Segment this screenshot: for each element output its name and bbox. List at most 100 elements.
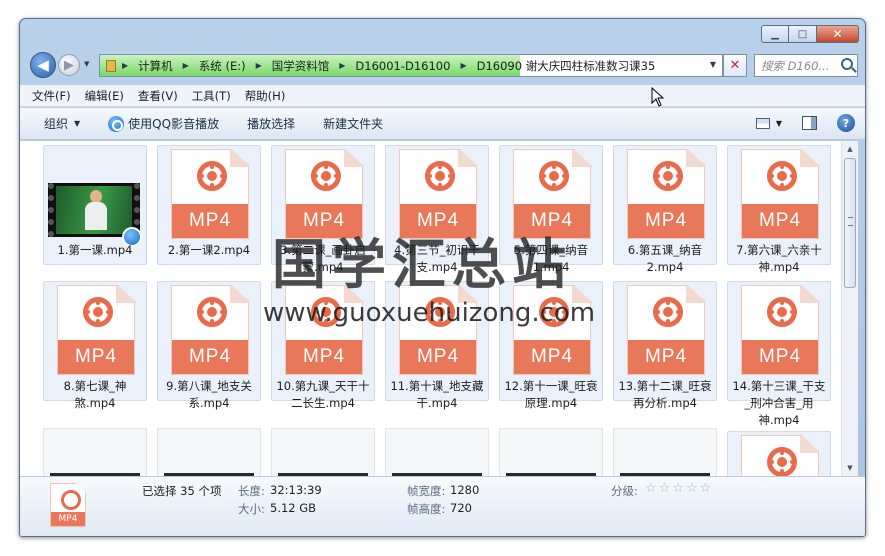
breadcrumb-separator[interactable]: ▶: [183, 61, 189, 70]
forward-button[interactable]: ▶: [58, 54, 80, 76]
menu-tools[interactable]: 工具(T): [192, 88, 231, 104]
watermark-url: www.guoxuehuizong.com: [263, 298, 596, 328]
mp4-file-icon: MP4: [627, 149, 705, 239]
watermark-chinese: 国学汇总站: [272, 233, 572, 296]
size-value: 5.12 GB: [270, 501, 317, 515]
file-name: 10.第九课_天干十二长生.mp4: [276, 379, 370, 410]
menu-view[interactable]: 查看(V): [138, 88, 178, 104]
help-icon[interactable]: ?: [837, 114, 855, 132]
scroll-grip: [848, 217, 853, 226]
format-badge: MP4: [400, 340, 476, 374]
recent-pages-dropdown[interactable]: ▼: [84, 60, 89, 68]
rating-label: 分级:: [611, 484, 638, 498]
file-item[interactable]: MP4 7.第六课_六亲十神.mp4: [727, 145, 831, 274]
page-fold: [800, 286, 818, 303]
file-name: 1.第一课.mp4: [57, 243, 133, 257]
toolbar-right: ▼ ?: [755, 114, 855, 132]
view-options-dropdown[interactable]: ▼: [776, 119, 782, 128]
format-badge: MP4: [742, 340, 818, 374]
file-item[interactable]: MP4 6.第五课_纳音2.mp4: [613, 145, 717, 274]
address-bar[interactable]: ▶ 计算机 ▶ 系统 (E:) ▶ 国学资料馆 ▶ D16001-D16100 …: [99, 54, 723, 77]
star-icon[interactable]: ☆: [645, 481, 657, 496]
film-reel-icon: [539, 161, 569, 191]
breadcrumb-folder[interactable]: 国学资料馆: [272, 58, 330, 74]
page-fold: [800, 150, 818, 167]
file-item-partial[interactable]: [727, 431, 831, 476]
star-icon[interactable]: ☆: [686, 481, 698, 496]
preview-pane-icon[interactable]: [802, 116, 817, 130]
file-item-partial[interactable]: [157, 428, 261, 476]
menu-file[interactable]: 文件(F): [32, 88, 71, 104]
organize-label: 组织: [44, 117, 69, 131]
breadcrumb-separator[interactable]: ▶: [339, 61, 345, 70]
address-dropdown-icon[interactable]: ▼: [710, 60, 716, 69]
change-view-icon[interactable]: [755, 117, 770, 129]
minimize-button[interactable]: ▁: [761, 25, 789, 43]
organize-button[interactable]: 组织 ▼: [44, 115, 80, 132]
file-name: 2.第一课2.mp4: [167, 243, 251, 257]
command-bar: 组织 ▼ 使用QQ影音播放 播放选择 新建文件夹 ▼ ?: [20, 108, 865, 140]
file-name: 8.第七课_神煞.mp4: [63, 379, 127, 410]
file-item-partial[interactable]: [385, 428, 489, 476]
new-folder-button[interactable]: 新建文件夹: [323, 115, 383, 132]
frame-width-label: 帧宽度:: [407, 484, 446, 498]
play-selection-button[interactable]: 播放选择: [247, 115, 295, 132]
maximize-button[interactable]: □: [789, 25, 816, 43]
mp4-file-icon: MP4: [741, 149, 819, 239]
file-item[interactable]: MP4 8.第七课_神煞.mp4: [43, 281, 147, 410]
file-item-partial[interactable]: [271, 428, 375, 476]
frame-height-value: 720: [450, 501, 472, 515]
close-button[interactable]: ✕: [816, 25, 859, 43]
size-label: 大小:: [238, 502, 265, 516]
breadcrumb-computer[interactable]: 计算机: [138, 58, 173, 74]
scroll-down-arrow[interactable]: ▼: [842, 460, 858, 476]
play-with-qq-button[interactable]: 使用QQ影音播放: [108, 115, 219, 132]
play-with-qq-label: 使用QQ影音播放: [128, 117, 220, 131]
breadcrumb-separator[interactable]: ▶: [256, 61, 262, 70]
page-fold: [572, 150, 590, 167]
breadcrumb-separator[interactable]: ▶: [122, 61, 128, 70]
breadcrumb-range[interactable]: D16001-D16100: [355, 59, 450, 73]
video-thumbnail: [48, 183, 142, 247]
format-badge: MP4: [172, 204, 248, 238]
menu-edit[interactable]: 编辑(E): [85, 88, 124, 104]
format-badge: MP4: [742, 204, 818, 238]
mp4-file-icon: MP4: [627, 285, 705, 375]
rating-stars[interactable]: ☆ ☆ ☆ ☆ ☆: [645, 481, 713, 496]
file-item-partial[interactable]: [613, 428, 717, 476]
file-item[interactable]: 1.第一课.mp4: [43, 145, 147, 265]
menu-help[interactable]: 帮助(H): [245, 88, 286, 104]
scroll-up-arrow[interactable]: ▲: [842, 141, 858, 157]
file-item-partial[interactable]: [499, 428, 603, 476]
breadcrumb-current[interactable]: D16090 谢大庆四柱标准数习课35: [477, 58, 656, 74]
file-item[interactable]: MP4 2.第一课2.mp4: [157, 145, 261, 265]
search-icon[interactable]: [841, 58, 853, 70]
page-fold: [686, 150, 704, 167]
vertical-scrollbar[interactable]: ▲ ▼: [841, 141, 858, 476]
mp4-file-icon: MP4: [741, 285, 819, 375]
page-fold: [686, 286, 704, 303]
page-fold: [458, 150, 476, 167]
star-icon[interactable]: ☆: [700, 481, 712, 496]
film-reel-icon: [83, 297, 113, 327]
format-badge: MP4: [172, 340, 248, 374]
file-name: 6.第五课_纳音2.mp4: [627, 243, 703, 274]
video-frame: [56, 186, 132, 234]
film-reel-icon: [197, 297, 227, 327]
back-button[interactable]: ◀: [30, 52, 56, 78]
film-reel-icon: [767, 161, 797, 191]
length-label: 长度:: [238, 484, 265, 498]
search-box[interactable]: 搜索 D160...: [754, 54, 858, 77]
file-item[interactable]: MP4 13.第十二课_旺衰再分析.mp4: [613, 281, 717, 410]
star-icon[interactable]: ☆: [672, 481, 684, 496]
star-icon[interactable]: ☆: [659, 481, 671, 496]
breadcrumb-drive[interactable]: 系统 (E:): [199, 58, 246, 74]
file-item[interactable]: MP4 9.第八课_地支关系.mp4: [157, 281, 261, 410]
stop-loading-button[interactable]: ✕: [723, 54, 747, 77]
file-item[interactable]: MP4 14.第十三课_干支_刑冲合害_用神.mp4: [727, 281, 831, 427]
breadcrumb-separator[interactable]: ▶: [460, 61, 466, 70]
scroll-thumb[interactable]: [844, 158, 856, 288]
file-item-partial[interactable]: [43, 428, 147, 476]
film-reel-icon: [653, 161, 683, 191]
length-value: 32:13:39: [270, 483, 322, 497]
